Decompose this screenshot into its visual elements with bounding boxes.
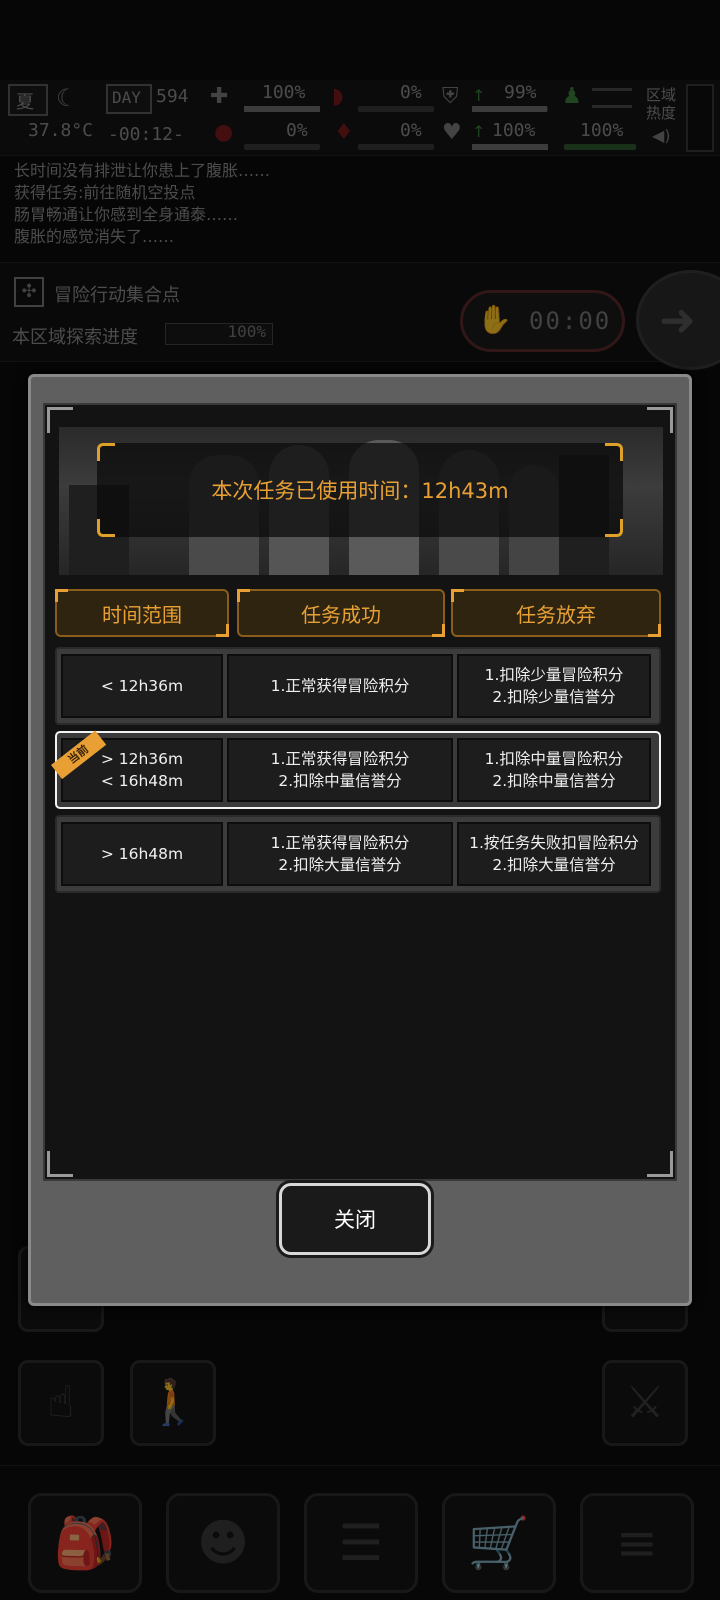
cell-abandon: 1.扣除中量冒险积分 2.扣除中量信誉分 [457,738,651,802]
frame-corner [647,1151,673,1177]
cell-abandon: 1.按任务失败扣冒险积分 2.扣除大量信誉分 [457,822,651,886]
cell-range: < 12h36m [61,654,223,718]
modal-inner-panel: 本次任务已使用时间：12h43m 时间范围 任务成功 任务放弃 < 12h36m… [43,403,677,1181]
cell-success: 1.正常获得冒险积分 2.扣除大量信誉分 [227,822,453,886]
table-row-current: > 12h36m < 16h48m 1.正常获得冒险积分 2.扣除中量信誉分 1… [51,729,661,809]
banner-text-frame: 本次任务已使用时间：12h43m [97,443,623,537]
frame-corner [47,1151,73,1177]
task-time-modal: 本次任务已使用时间：12h43m 时间范围 任务成功 任务放弃 < 12h36m… [28,374,692,1306]
header-success: 任务成功 [237,589,445,637]
header-abandon: 任务放弃 [451,589,661,637]
current-tag: 当前 [51,729,107,780]
table-row: > 16h48m 1.正常获得冒险积分 2.扣除大量信誉分 1.按任务失败扣冒险… [55,815,661,893]
header-time-range: 时间范围 [55,589,229,637]
cell-success: 1.正常获得冒险积分 2.扣除中量信誉分 [227,738,453,802]
elapsed-time-text: 本次任务已使用时间：12h43m [211,479,509,503]
cell-abandon: 1.扣除少量冒险积分 2.扣除少量信誉分 [457,654,651,718]
table-row: < 12h36m 1.正常获得冒险积分 1.扣除少量冒险积分 2.扣除少量信誉分 [55,647,661,725]
task-banner: 本次任务已使用时间：12h43m [59,427,663,575]
cell-range: > 16h48m [61,822,223,886]
cell-success: 1.正常获得冒险积分 [227,654,453,718]
close-button[interactable]: 关闭 [279,1183,431,1255]
